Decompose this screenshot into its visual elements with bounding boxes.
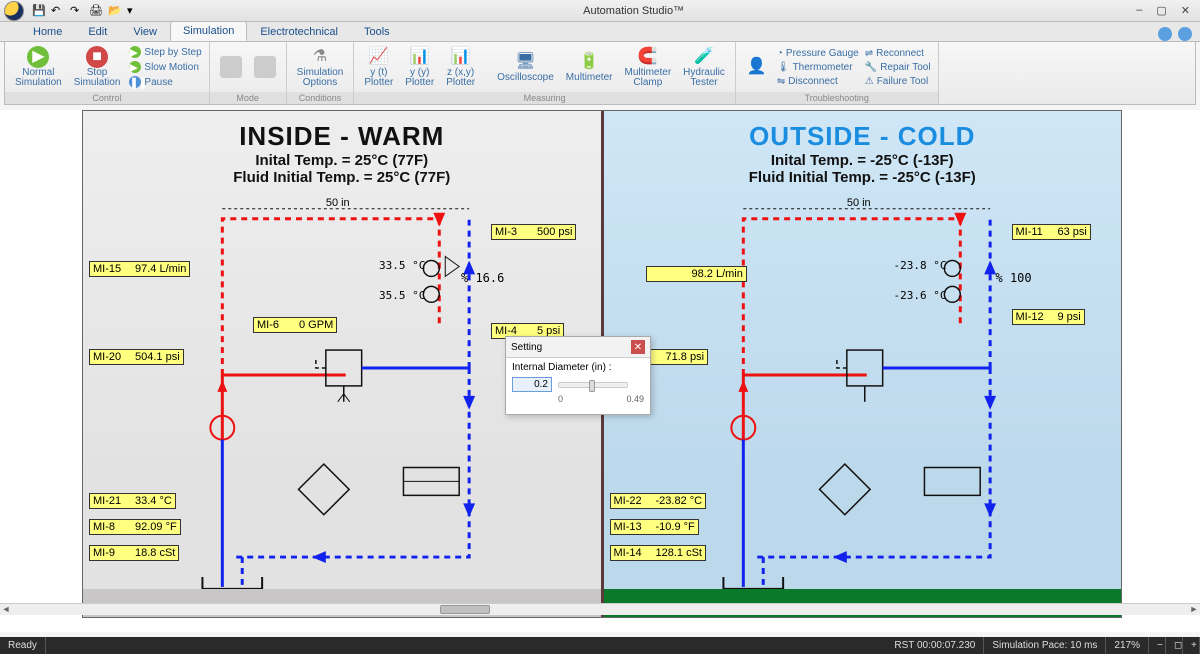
tab-home[interactable]: Home [20,22,75,41]
status-ready: Ready [0,637,46,654]
tag-mi6[interactable]: MI-60 GPM [253,317,337,333]
failure-tool-button[interactable]: ⚠Failure Tool [864,75,932,88]
multimeter-clamp-button[interactable]: 🧲Multimeter Clamp [620,44,675,90]
warm-pct: % 16.6 [461,271,504,285]
mode-btn-1[interactable] [216,54,246,80]
tag-mi15[interactable]: MI-1597.4 L/min [89,261,190,277]
print-icon[interactable]: 🖨 [89,4,103,18]
warm-sub1: Inital Temp. = 25°C (77F) [83,152,601,169]
diameter-input[interactable] [512,377,552,392]
save-icon[interactable]: 💾 [32,4,46,18]
scroll-thumb[interactable] [440,605,490,614]
status-pace: Simulation Pace: 10 ms [984,637,1106,654]
tag-mi20[interactable]: MI-20504.1 psi [89,349,184,365]
panel-cold: OUTSIDE - COLD Inital Temp. = -25°C (-13… [604,111,1122,617]
zxy-plotter-button[interactable]: 📊z (x,y) Plotter [442,44,479,90]
stop-sim-button[interactable]: ■Stop Simulation [70,44,125,90]
maximize-button[interactable]: ▢ [1156,4,1166,17]
ribbon-group-control: ▶Normal Simulation ■Stop Simulation ▶Ste… [5,42,210,104]
tag-mi3[interactable]: MI-3500 psi [491,224,576,240]
scroll-left-icon[interactable]: ◄ [0,604,12,616]
pressure-gauge-button[interactable]: ◔Pressure Gauge [776,47,860,60]
horizontal-scrollbar[interactable]: ◄ ► [0,603,1200,615]
diameter-slider[interactable] [558,382,628,388]
tag-cold-rate[interactable]: 98.2 L/min [646,266,747,282]
yt-plotter-button[interactable]: 📈y (t) Plotter [360,44,397,90]
more-icon[interactable]: ▾ [127,4,141,18]
quick-access-toolbar: 💾 ↶ ↷ 🖨 📂 ▾ [32,4,141,18]
minimize-button[interactable]: – [1136,4,1142,17]
redo-icon[interactable]: ↷ [70,4,84,18]
tag-mi13[interactable]: MI-13-10.9 °F [610,519,699,535]
warm-t1: 33.5 °C [379,259,425,272]
ribbon-group-conditions: ⚗Simulation Options Conditions [287,42,355,104]
tab-tools[interactable]: Tools [351,22,403,41]
setting-title: Setting [511,342,542,353]
setting-field-label: Internal Diameter (in) : [512,362,644,373]
cold-pct: % 100 [996,271,1032,285]
ribbon-group-troubleshooting: 👤 ◔Pressure Gauge 🌡Thermometer ⇋Disconne… [736,42,939,104]
svg-text:50 in: 50 in [326,197,350,209]
trouble-person-icon[interactable]: 👤 [742,54,772,80]
mode-btn-2[interactable] [250,54,280,80]
cold-t2: -23.6 °C [894,289,947,302]
tag-mi9[interactable]: MI-918.8 cSt [89,545,179,561]
status-zoom: 217% [1106,637,1149,654]
status-rst: RST 00:00:07.230 [886,637,984,654]
cold-t1: -23.8 °C [894,259,947,272]
repair-tool-button[interactable]: 🔧Repair Tool [864,61,932,74]
app-title: Automation Studio™ [141,5,1126,17]
hydraulic-tester-button[interactable]: 🧪Hydraulic Tester [679,44,729,90]
multimeter-button[interactable]: 🔋Multimeter [562,49,617,85]
tag-mi21[interactable]: MI-2133.4 °C [89,493,176,509]
ribbon: ▶Normal Simulation ■Stop Simulation ▶Ste… [4,42,1196,105]
zoom-out-button[interactable]: − [1149,637,1166,654]
cold-title: OUTSIDE - COLD [604,121,1122,152]
warm-title: INSIDE - WARM [83,121,601,152]
sim-options-button[interactable]: ⚗Simulation Options [293,44,348,90]
open-icon[interactable]: 📂 [108,4,122,18]
ribbon-toggle-icon[interactable] [1178,27,1192,41]
ribbon-group-measuring: 📈y (t) Plotter 📊y (y) Plotter 📊z (x,y) P… [354,42,735,104]
tag-mi8[interactable]: MI-892.09 °F [89,519,181,535]
tab-electro[interactable]: Electrotechnical [247,22,351,41]
workspace[interactable]: INSIDE - WARM Inital Temp. = 25°C (77F) … [0,110,1200,632]
yy-plotter-button[interactable]: 📊y (y) Plotter [401,44,438,90]
cold-sub2: Fluid Initial Temp. = -25°C (-13F) [604,169,1122,186]
pause-button[interactable]: ❚❚Pause [128,75,202,89]
setting-close-button[interactable]: ✕ [631,340,645,354]
slow-button[interactable]: ▶Slow Motion [128,60,202,74]
disconnect-button[interactable]: ⇋Disconnect [776,75,860,88]
tag-mi22[interactable]: MI-22-23.82 °C [610,493,707,509]
step-button[interactable]: ▶Step by Step [128,45,202,59]
warm-sub2: Fluid Initial Temp. = 25°C (77F) [83,169,601,186]
setting-popup[interactable]: Setting✕ Internal Diameter (in) : 00.49 [505,336,651,415]
app-logo [4,1,24,21]
ribbon-tabs: Home Edit View Simulation Electrotechnic… [0,22,1200,42]
tab-view[interactable]: View [120,22,170,41]
warm-t2: 35.5 °C [379,289,425,302]
normal-sim-button[interactable]: ▶Normal Simulation [11,44,66,90]
close-button[interactable]: ✕ [1181,4,1190,17]
tag-mi11[interactable]: MI-1163 psi [1012,224,1091,240]
oscilloscope-button[interactable]: 🖥Oscilloscope [493,49,558,85]
tab-edit[interactable]: Edit [75,22,120,41]
help-icon[interactable] [1158,27,1172,41]
status-bar: Ready RST 00:00:07.230 Simulation Pace: … [0,637,1200,654]
cold-sub1: Inital Temp. = -25°C (-13F) [604,152,1122,169]
reconnect-button[interactable]: ⇌Reconnect [864,47,932,60]
scroll-right-icon[interactable]: ► [1188,604,1200,616]
tab-simulation[interactable]: Simulation [170,21,247,41]
tag-mi14[interactable]: MI-14128.1 cSt [610,545,706,561]
tag-mi12[interactable]: MI-129 psi [1012,309,1085,325]
title-bar: 💾 ↶ ↷ 🖨 📂 ▾ Automation Studio™ – ▢ ✕ [0,0,1200,22]
undo-icon[interactable]: ↶ [51,4,65,18]
svg-text:50 in: 50 in [846,197,870,209]
zoom-reset-button[interactable]: ◻ [1166,637,1183,654]
ribbon-group-mode: Mode [210,42,287,104]
thermometer-button[interactable]: 🌡Thermometer [776,61,860,74]
zoom-in-button[interactable]: + [1183,637,1200,654]
